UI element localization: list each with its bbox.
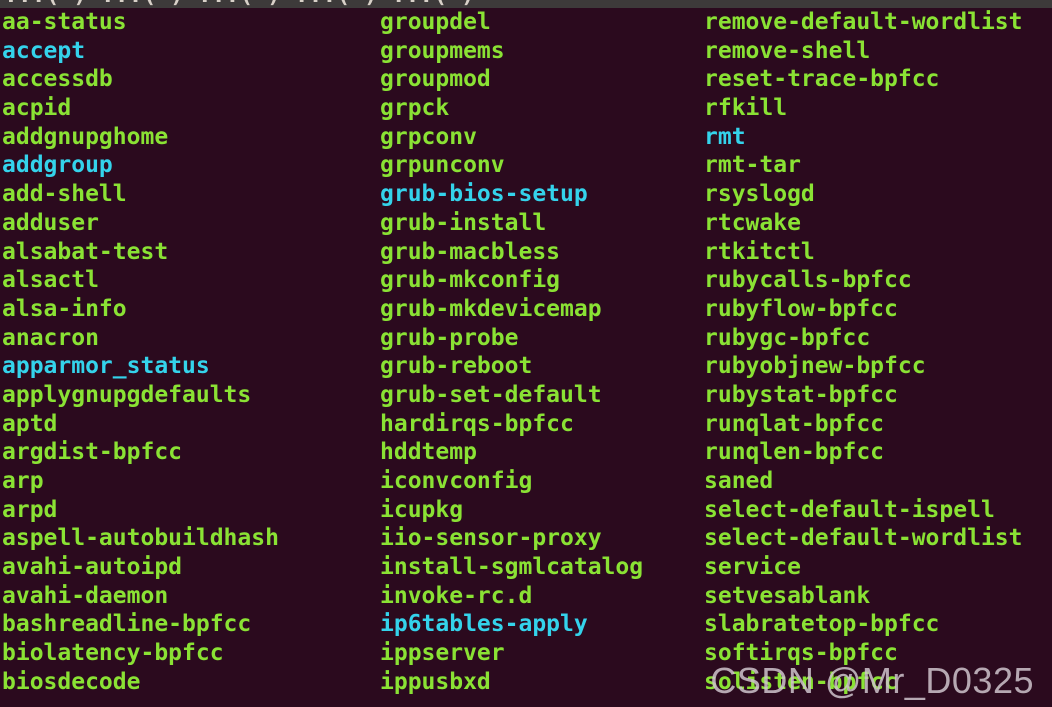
command-entry: select-default-wordlist [704, 525, 1023, 552]
command-entry: adduser [2, 209, 99, 236]
command-entry: rubyobjnew-bpfcc [704, 353, 926, 380]
command-entry: groupdel [380, 9, 491, 35]
previous-line-text: ...( ) ...( ) ...( ) ...( ) ...( ) [4, 0, 475, 8]
command-entry: iio-sensor-proxy [380, 525, 602, 552]
command-entry: remove-shell [704, 37, 871, 64]
command-entry: aspell-autobuildhash [2, 525, 279, 552]
command-entry: avahi-daemon [2, 582, 169, 609]
command-entry: groupmod [380, 66, 491, 93]
command-entry: aa-status [2, 9, 127, 35]
command-entry: biolatency-bpfcc [2, 640, 224, 667]
command-entry: arpd [2, 496, 58, 523]
command-entry: applygnupgdefaults [2, 381, 252, 408]
command-entry: remove-default-wordlist [704, 9, 1023, 35]
command-entry: grub-probe [380, 324, 519, 351]
command-entry: service [704, 554, 801, 581]
command-entry: arp [2, 468, 44, 494]
command-entry: runqlen-bpfcc [704, 439, 885, 466]
command-entry: softirqs-bpfcc [704, 640, 898, 667]
command-entry: alsa-info [2, 295, 127, 322]
command-entry: rubycalls-bpfcc [704, 267, 912, 294]
command-entry: invoke-rc.d [380, 582, 533, 609]
command-entry: grpunconv [380, 152, 505, 179]
command-entry: grub-bios-setup [380, 181, 588, 208]
command-entry: rfkill [704, 95, 788, 122]
command-entry: rmt-tar [704, 152, 801, 179]
command-entry: saned [704, 468, 774, 494]
command-entry: addgnupghome [2, 123, 169, 150]
command-entry: hardirqs-bpfcc [380, 410, 574, 437]
command-entry: ippusbxd [380, 668, 491, 695]
command-entry: icupkg [380, 496, 464, 523]
command-entry: rtcwake [704, 209, 801, 236]
command-entry: grub-reboot [380, 353, 533, 380]
command-entry: rubyflow-bpfcc [704, 295, 898, 322]
command-entry: addgroup [2, 152, 113, 179]
command-entry: reset-trace-bpfcc [704, 66, 940, 93]
previous-line-sliver: ...( ) ...( ) ...( ) ...( ) ...( ) [0, 0, 1052, 8]
command-entry: slabratetop-bpfcc [704, 611, 940, 638]
command-entry: rubygc-bpfcc [704, 324, 871, 351]
command-entry: grpck [380, 95, 450, 122]
command-entry: add-shell [2, 181, 127, 208]
command-column-1: aa-status accept accessdb acpid addgnupghome… [2, 8, 380, 697]
command-entry: alsactl [2, 267, 99, 294]
command-column-3: remove-default-wordlist remove-shell reset… [704, 8, 1052, 697]
command-entry: bashreadline-bpfcc [2, 611, 252, 638]
command-entry: rsyslogd [704, 181, 815, 208]
command-entry: grub-set-default [380, 381, 602, 408]
command-entry: alsabat-test [2, 238, 169, 265]
command-entry: argdist-bpfcc [2, 439, 183, 466]
command-entry: runqlat-bpfcc [704, 410, 885, 437]
terminal-output: aa-status accept accessdb acpid addgnupghome… [0, 8, 1052, 707]
command-entry: groupmems [380, 37, 505, 64]
command-entry: biosdecode [2, 668, 141, 695]
command-entry: avahi-autoipd [2, 554, 183, 581]
command-entry: rubystat-bpfcc [704, 381, 898, 408]
command-entry: install-sgmlcatalog [380, 554, 644, 581]
command-entry: accessdb [2, 66, 113, 93]
command-entry: ip6tables-apply [380, 611, 588, 638]
command-entry: grub-mkconfig [380, 267, 561, 294]
command-entry: grub-mkdevicemap [380, 295, 602, 322]
command-entry: rmt [704, 123, 746, 150]
command-entry: acpid [2, 95, 72, 122]
command-entry: hddtemp [380, 439, 477, 466]
command-entry: accept [2, 37, 86, 64]
command-entry: iconvconfig [380, 468, 533, 494]
command-entry: setvesablank [704, 582, 871, 609]
command-entry: aptd [2, 410, 58, 437]
command-column-2: groupdel groupmems groupmod grpck grpconv grp… [380, 8, 704, 697]
command-entry: rtkitctl [704, 238, 815, 265]
terminal-window: ...( ) ...( ) ...( ) ...( ) ...( ) aa-st… [0, 0, 1052, 707]
command-entry: ippserver [380, 640, 505, 667]
command-entry: anacron [2, 324, 99, 351]
command-entry: grub-install [380, 209, 547, 236]
command-entry: select-default-ispell [704, 496, 995, 523]
command-entry: grpconv [380, 123, 477, 150]
command-entry: solisten-bpfcc [704, 668, 898, 695]
command-entry: apparmor_status [2, 353, 210, 380]
command-entry: grub-macbless [380, 238, 561, 265]
